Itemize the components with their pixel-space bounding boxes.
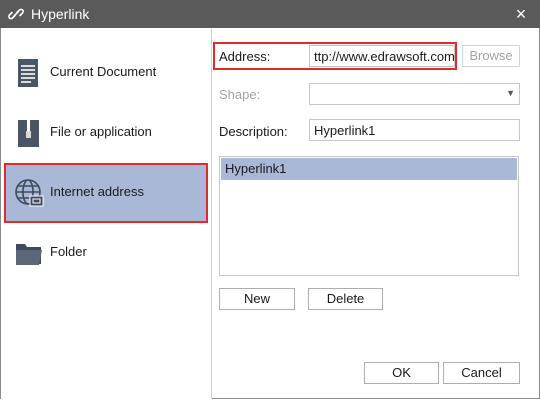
close-icon[interactable]: × xyxy=(512,5,530,23)
sidebar-item-folder[interactable]: Folder xyxy=(5,224,207,282)
hyperlink-list[interactable]: Hyperlink1 xyxy=(219,156,519,276)
delete-button[interactable]: Delete xyxy=(308,288,383,310)
ok-button[interactable]: OK xyxy=(364,362,439,384)
shape-label: Shape: xyxy=(219,87,261,102)
globe-icon xyxy=(15,179,44,207)
address-label: Address: xyxy=(219,49,271,64)
new-button[interactable]: New xyxy=(219,288,295,310)
browse-button[interactable]: Browse xyxy=(462,45,520,67)
sidebar-item-current-document[interactable]: Current Document xyxy=(5,44,207,102)
document-icon xyxy=(18,59,38,87)
sidebar-item-file-or-application[interactable]: File or application xyxy=(5,104,207,162)
description-label: Description: xyxy=(219,124,288,139)
sidebar-item-label: Current Document xyxy=(50,64,157,79)
list-item[interactable]: Hyperlink1 xyxy=(221,158,517,180)
chevron-down-icon: ▼ xyxy=(506,88,515,98)
description-field[interactable]: Hyperlink1 xyxy=(309,119,520,141)
shape-select[interactable]: ▼ xyxy=(309,83,520,105)
sidebar-item-internet-address[interactable]: Internet address xyxy=(4,163,208,223)
sidebar-item-label: Folder xyxy=(50,244,87,259)
sidebar-divider xyxy=(211,29,212,399)
title-bar: Hyperlink × xyxy=(0,0,540,28)
folder-icon xyxy=(16,244,42,265)
sidebar-item-label: Internet address xyxy=(50,184,144,199)
file-application-icon xyxy=(18,120,39,147)
window-title: Hyperlink xyxy=(31,6,90,22)
sidebar-item-label: File or application xyxy=(50,124,152,139)
link-icon xyxy=(8,8,24,20)
link-type-sidebar: Current Document File or application Int… xyxy=(1,29,211,399)
address-field[interactable]: ttp://www.edrawsoft.com xyxy=(309,45,455,67)
cancel-button[interactable]: Cancel xyxy=(443,362,520,384)
